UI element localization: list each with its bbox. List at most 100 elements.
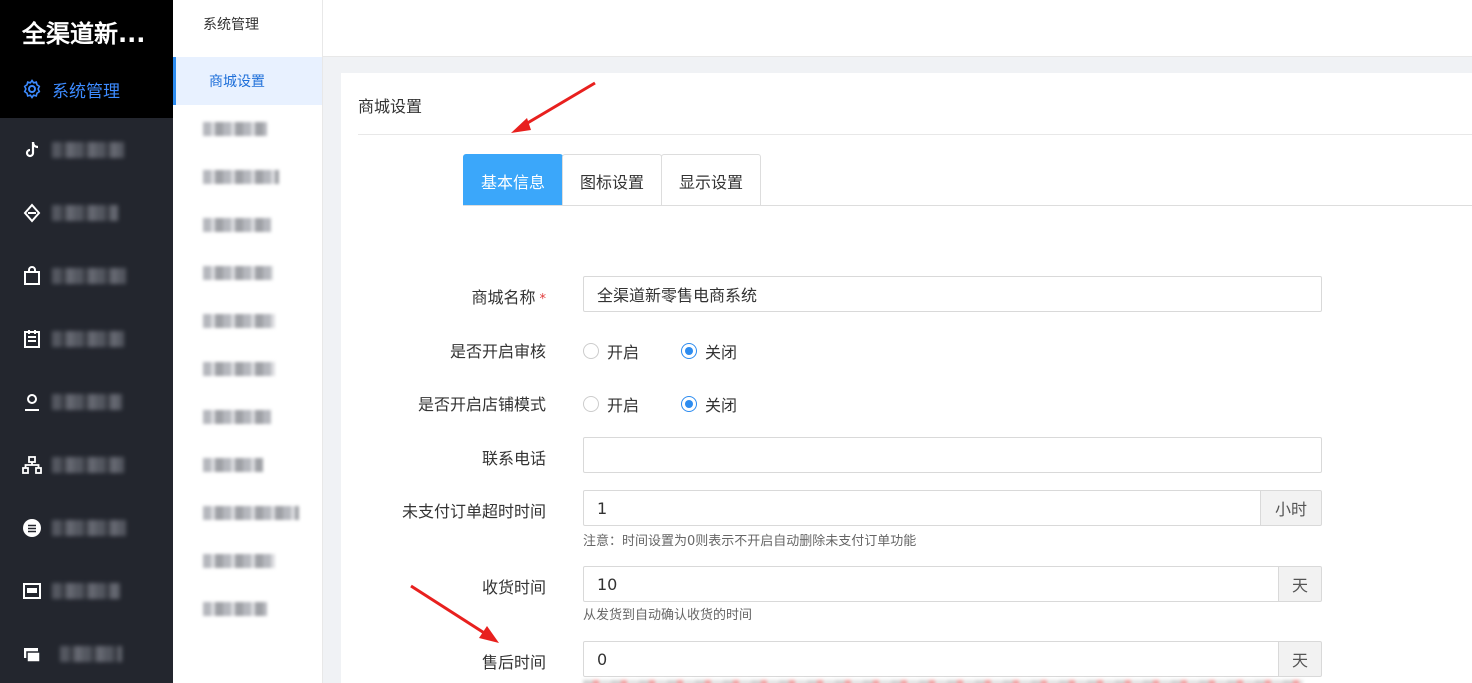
radio-circle <box>583 396 599 412</box>
sidebar-item-label <box>52 330 124 347</box>
form-row-phone: 联系电话 <box>341 437 1322 473</box>
sidebar-item-label <box>52 267 126 284</box>
submenu-item[interactable] <box>173 105 322 153</box>
radio-label: 关闭 <box>705 343 738 362</box>
submenu-item-label <box>203 314 275 328</box>
sidebar-item-6[interactable] <box>0 433 173 496</box>
sidebar-item-label <box>52 141 124 158</box>
submenu-item[interactable] <box>173 537 322 585</box>
audit-radio-off[interactable]: 关闭 <box>681 339 737 363</box>
phone-label: 联系电话 <box>481 449 546 468</box>
secondary-menu: 系统管理 商城设置 <box>173 0 323 683</box>
after-sale-time-label: 售后时间 <box>481 653 546 672</box>
gear-icon <box>22 79 42 99</box>
submenu-item-label <box>203 122 267 136</box>
shop-name-label-text: 商城名称 <box>471 288 536 307</box>
submenu-item[interactable] <box>173 345 322 393</box>
store-mode-radio-group: 开启 关闭 <box>583 392 779 416</box>
audit-label: 是否开启审核 <box>449 342 546 361</box>
sidebar-item-label: 系统管理 <box>52 81 120 102</box>
submenu-item-label <box>203 170 279 184</box>
form-row-store-mode: 是否开启店铺模式 开启 关闭 <box>341 388 1322 416</box>
submenu-item-label <box>203 506 299 520</box>
sidebar-item-5[interactable] <box>0 370 173 433</box>
bag-icon <box>22 265 42 286</box>
user-icon <box>22 392 42 412</box>
submenu-item-label <box>203 410 271 424</box>
submenu-title: 系统管理 <box>203 17 259 33</box>
submenu-item-label <box>203 602 267 616</box>
after-sale-time-input[interactable]: 0 <box>583 641 1279 677</box>
submenu-item[interactable] <box>173 489 322 537</box>
unpaid-timeout-label: 未支付订单超时时间 <box>401 502 546 521</box>
tab-basic-info[interactable]: 基本信息 <box>463 154 564 206</box>
receive-time-hint: 从发货到自动确认收货的时间 <box>583 608 753 623</box>
store-mode-radio-on[interactable]: 开启 <box>583 392 639 416</box>
circle-menu-icon <box>22 518 42 538</box>
radio-circle <box>583 343 599 359</box>
submenu-item[interactable] <box>173 393 322 441</box>
submenu-item-label: 商城设置 <box>209 74 265 90</box>
submenu-item-label <box>203 266 273 280</box>
hierarchy-icon <box>22 455 42 475</box>
radio-circle-checked <box>681 396 698 412</box>
sidebar-item-9[interactable] <box>0 622 173 683</box>
sidebar-item-4[interactable] <box>0 307 173 370</box>
submenu-item-label <box>203 362 275 376</box>
sidebar-item-label <box>52 393 122 410</box>
order-icon <box>22 329 42 349</box>
tab-icon-settings[interactable]: 图标设置 <box>562 154 663 206</box>
unit-days-addon: 天 <box>1278 641 1322 677</box>
shop-name-label: 商城名称 * <box>341 284 546 308</box>
submenu-item-label <box>203 218 271 232</box>
store-mode-label: 是否开启店铺模式 <box>417 395 546 414</box>
submenu-item[interactable] <box>173 153 322 201</box>
submenu-item[interactable] <box>173 297 322 345</box>
unit-hours-addon: 小时 <box>1260 490 1322 526</box>
sidebar-item-label <box>52 204 118 221</box>
sidebar-item-label <box>60 645 122 662</box>
sidebar-item-label <box>52 519 126 536</box>
form-row-receive-time: 收货时间 10 天 从发货到自动确认收货的时间 <box>341 566 1322 626</box>
phone-input[interactable] <box>583 437 1322 473</box>
submenu-item-label <box>203 458 263 472</box>
sidebar-item-system[interactable]: 系统管理 <box>0 60 173 118</box>
submenu-item[interactable] <box>173 585 322 633</box>
audit-radio-on[interactable]: 开启 <box>583 339 639 363</box>
submenu-item[interactable] <box>173 249 322 297</box>
audit-radio-group: 开启 关闭 <box>583 339 779 363</box>
settings-panel: 商城设置 基本信息 图标设置 显示设置 商城名称 * 全渠道新零售电商系统 是否开… <box>341 73 1472 683</box>
radio-label: 关闭 <box>705 396 738 415</box>
top-bar <box>323 0 1472 57</box>
card-icon <box>22 581 42 601</box>
divider <box>358 134 1472 135</box>
sidebar-item-3[interactable] <box>0 244 173 307</box>
radio-label: 开启 <box>607 396 640 415</box>
submenu-item[interactable] <box>173 441 322 489</box>
submenu-item-shop-settings[interactable]: 商城设置 <box>173 57 322 105</box>
sidebar-item-2[interactable] <box>0 181 173 244</box>
unpaid-timeout-input[interactable]: 1 <box>583 490 1261 526</box>
form-row-after-sale-time: 售后时间 0 天 <box>341 641 1322 677</box>
store-mode-radio-off[interactable]: 关闭 <box>681 392 737 416</box>
app-logo: 全渠道新... <box>0 0 173 60</box>
settings-tabs: 基本信息 图标设置 显示设置 <box>463 154 762 206</box>
receive-time-input[interactable]: 10 <box>583 566 1279 602</box>
form-row-shop-name: 商城名称 * 全渠道新零售电商系统 <box>341 276 1322 312</box>
sidebar-item-8[interactable] <box>0 559 173 622</box>
tab-display-settings[interactable]: 显示设置 <box>661 154 762 206</box>
sidebar-item-7[interactable] <box>0 496 173 559</box>
form-row-unpaid-timeout: 未支付订单超时时间 1 小时 注意：时间设置为0则表示不开启自动删除未支付订单功… <box>341 490 1322 550</box>
form-row-audit: 是否开启审核 开启 关闭 <box>341 335 1322 363</box>
sidebar-item-douyin[interactable] <box>0 118 173 181</box>
diamond-icon <box>22 202 42 223</box>
main-sidebar: 全渠道新... 系统管理 <box>0 0 173 683</box>
panel-title: 商城设置 <box>358 97 423 116</box>
radio-label: 开启 <box>607 343 640 362</box>
required-mark: * <box>539 292 547 307</box>
submenu-item[interactable] <box>173 201 322 249</box>
receive-time-label: 收货时间 <box>481 578 546 597</box>
unpaid-timeout-hint: 注意：时间设置为0则表示不开启自动删除未支付订单功能 <box>583 534 917 549</box>
radio-circle-checked <box>681 343 698 359</box>
shop-name-input[interactable]: 全渠道新零售电商系统 <box>583 276 1322 312</box>
